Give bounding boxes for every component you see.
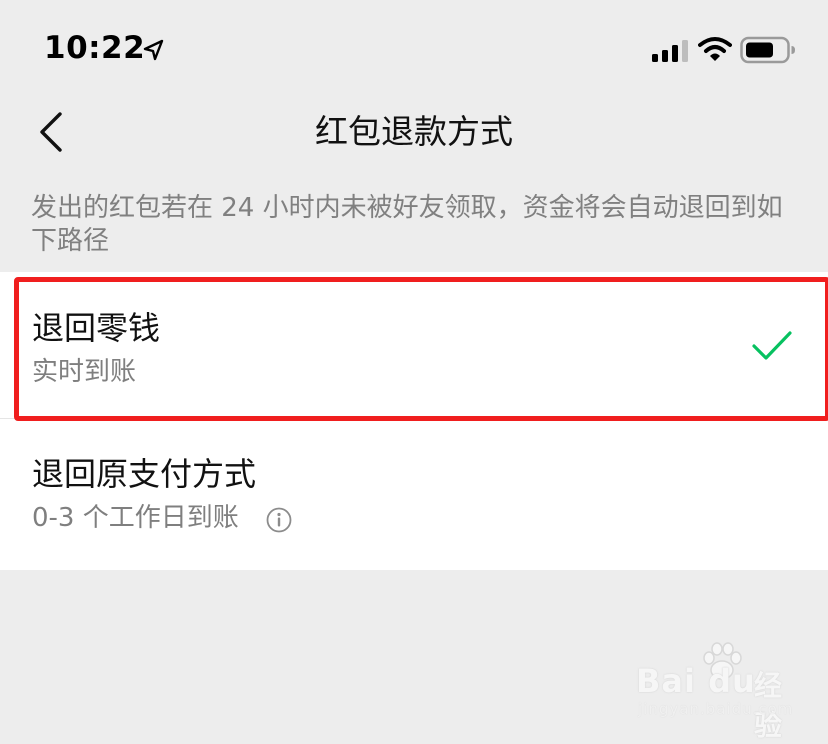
cellular-signal-icon: [652, 40, 688, 62]
baidu-jingyan-watermark: Bai du 经验 jingyan.baidu.com: [628, 642, 808, 742]
status-bar: 10:22: [0, 0, 828, 100]
option-return-to-balance[interactable]: 退回零钱 实时到账: [0, 274, 828, 420]
option-subtitle: 实时到账: [32, 357, 137, 387]
checkmark-icon: [752, 331, 792, 360]
watermark-brand: Bai du: [636, 662, 756, 700]
option-title: 退回零钱: [32, 309, 161, 347]
option-divider: [0, 418, 828, 419]
location-arrow-icon: [143, 39, 164, 61]
nav-bar: 红包退款方式: [0, 100, 828, 164]
wifi-icon: [698, 37, 732, 61]
info-circle-icon[interactable]: [266, 507, 292, 533]
option-title: 退回原支付方式: [32, 455, 257, 493]
option-return-to-original-payment[interactable]: 退回原支付方式 0-3 个工作日到账: [0, 422, 828, 568]
battery-icon: [740, 36, 795, 64]
option-subtitle: 0-3 个工作日到账: [32, 503, 239, 533]
watermark-domain: jingyan.baidu.com: [638, 700, 794, 718]
page-title: 红包退款方式: [315, 112, 513, 151]
status-time: 10:22: [44, 30, 146, 66]
refund-description: 发出的红包若在 24 小时内未被好友领取，资金将会自动退回到如下路径: [31, 193, 783, 256]
refund-options-list: 退回零钱 实时到账 退回原支付方式 0-3 个工作日到账: [0, 272, 828, 570]
